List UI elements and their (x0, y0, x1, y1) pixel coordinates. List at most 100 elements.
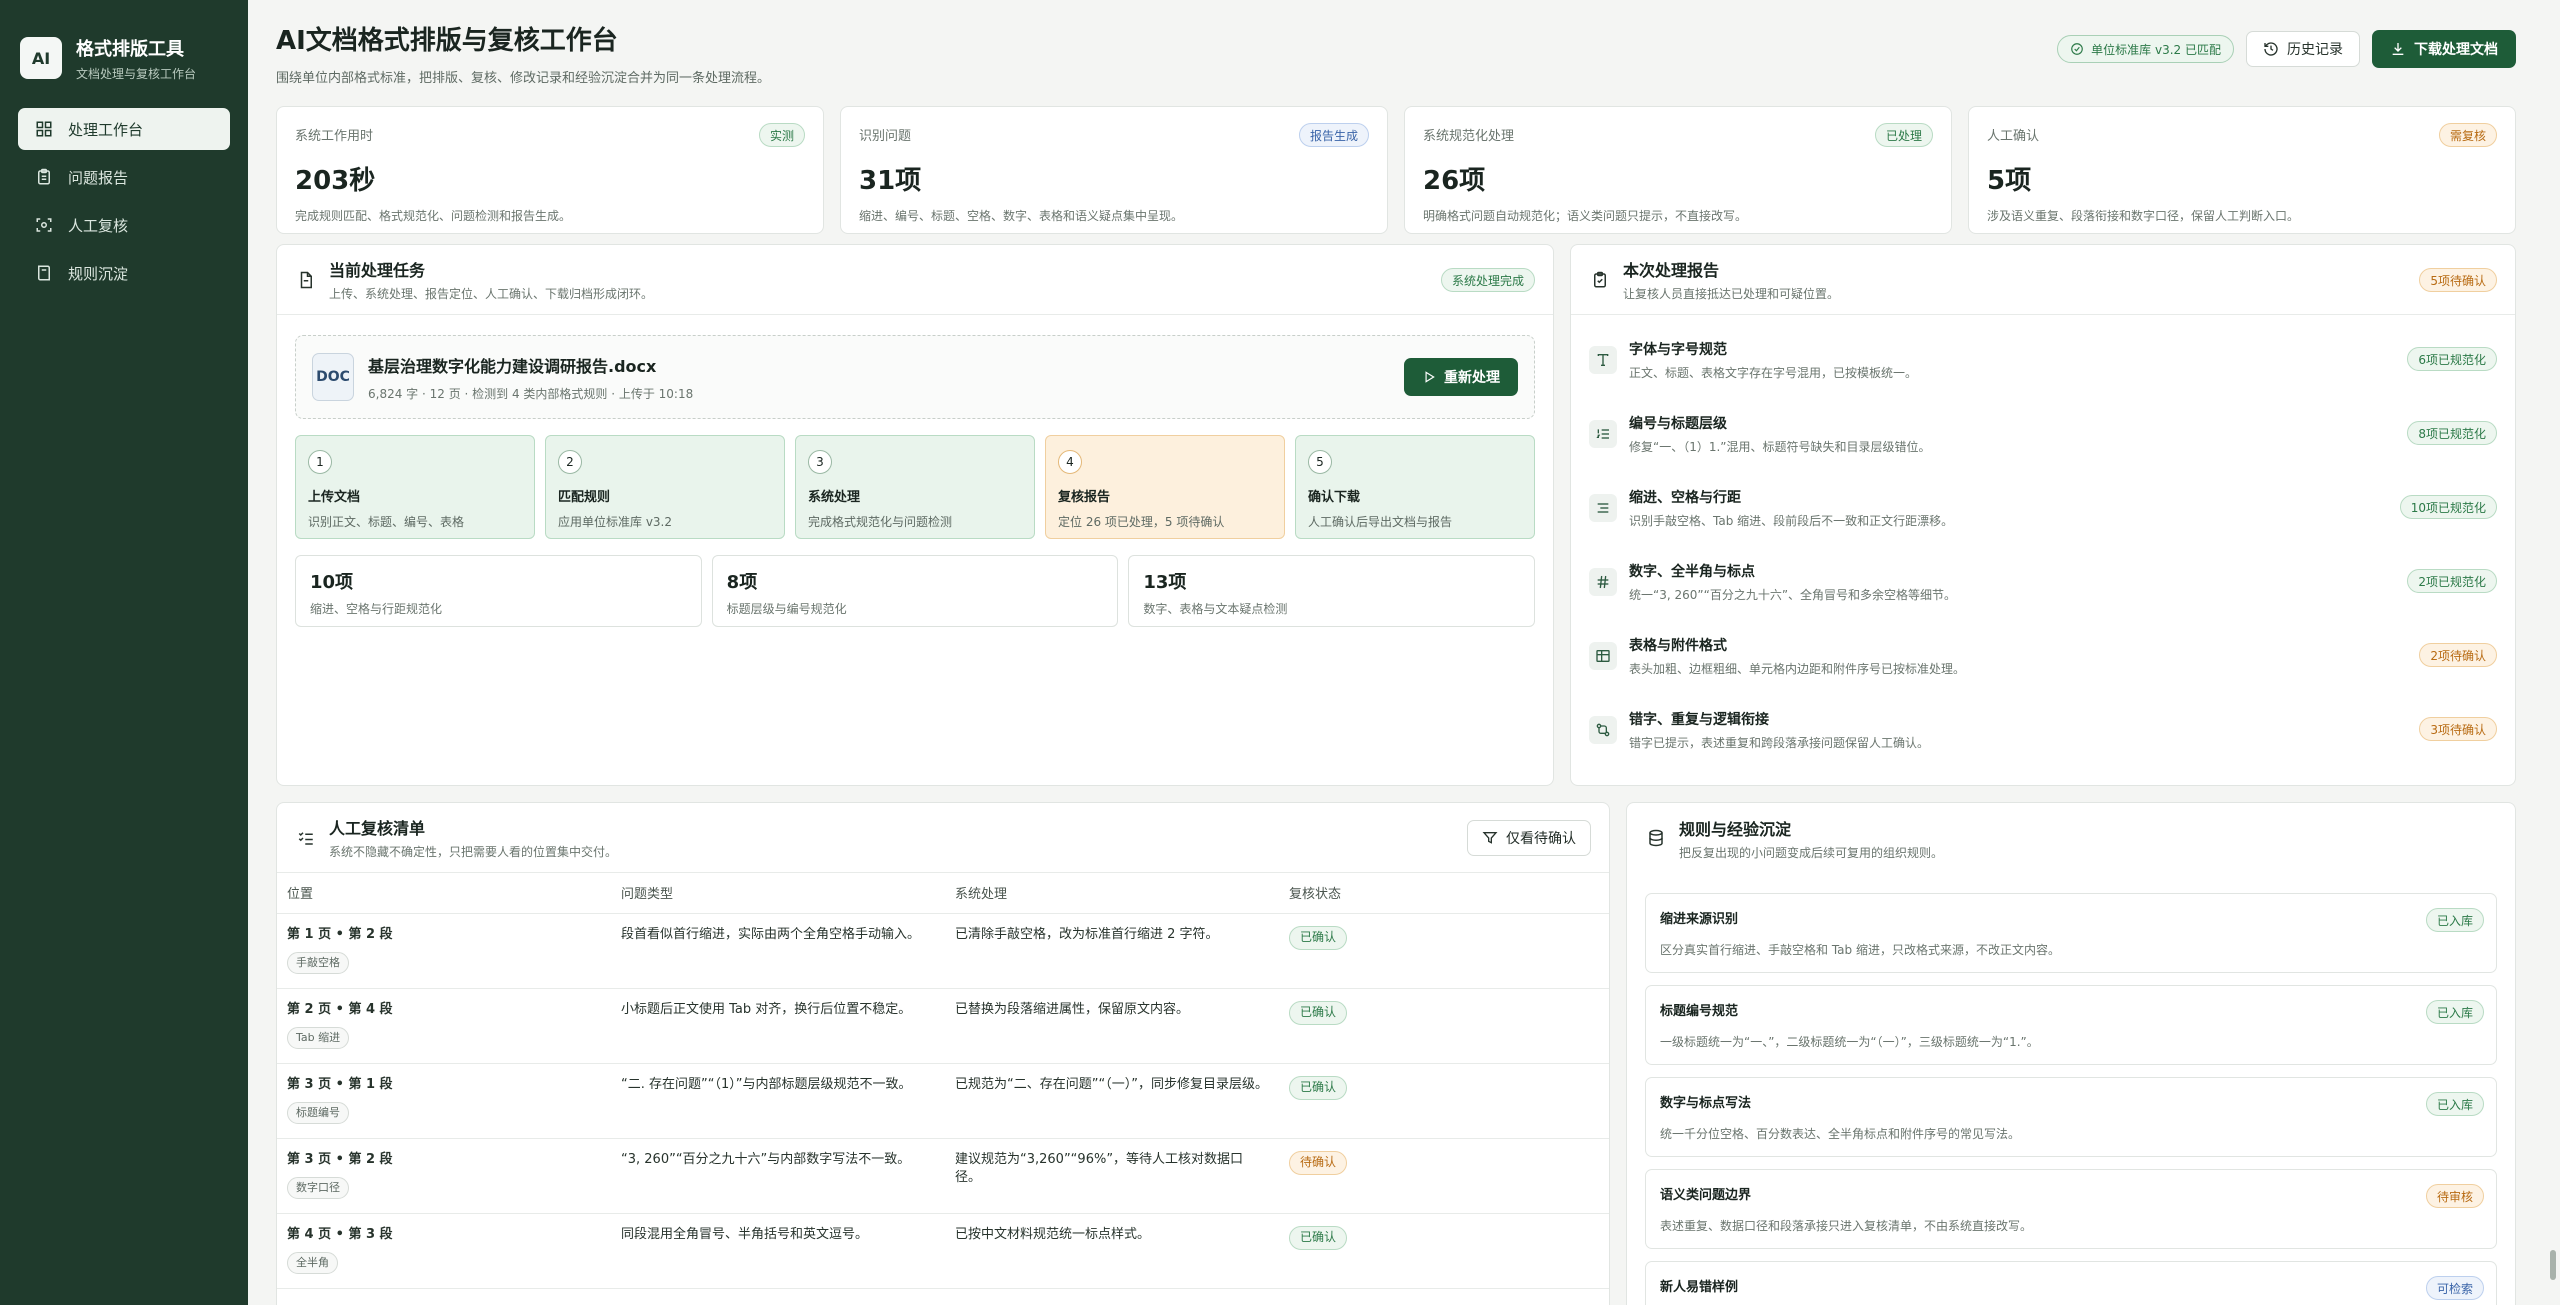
rules-panel: 规则与经验沉淀 把反复出现的小问题变成后续可复用的组织规则。 缩进来源识别 区分… (1626, 802, 2516, 1305)
step-upload: 1 上传文档 识别正文、标题、编号、表格 (295, 435, 535, 539)
step-title: 复核报告 (1058, 490, 1111, 505)
column-header: 系统处理 (945, 873, 1279, 914)
list-numbered-icon (1589, 420, 1617, 448)
step-number: 3 (808, 450, 832, 474)
sidebar-item-workbench[interactable]: 处理工作台 (18, 108, 230, 150)
stat-cards: 系统工作用时 203秒 完成规则匹配、格式规范化、问题检测和报告生成。 实测 识… (276, 106, 2516, 234)
row-location: 第 4 页 • 第 3 段 (287, 1226, 393, 1242)
row-location-tag: 标题编号 (287, 1102, 349, 1125)
sidebar-item-rules[interactable]: 规则沉淀 (18, 252, 230, 294)
stat-card-issues: 识别问题 31项 缩进、编号、标题、空格、数字、表格和语义疑点集中呈现。 报告生… (840, 106, 1388, 234)
rule-title: 数字与标点写法 (1660, 1096, 1752, 1111)
stat-label: 人工确认 (1987, 129, 2040, 144)
table-row[interactable]: 第 3 页 • 第 2 段数字口径 “3, 260”“百分之九十六”与内部数字写… (277, 1138, 1609, 1214)
sidebar-item-review[interactable]: 人工复核 (18, 204, 230, 246)
step-desc: 定位 26 项已处理，5 项待确认 (1058, 515, 1225, 529)
stat-card-normalized: 系统规范化处理 26项 明确格式问题自动规范化；语义类问题只提示，不直接改写。 … (1404, 106, 1952, 234)
history-button[interactable]: 历史记录 (2246, 31, 2360, 67)
sidebar-item-report[interactable]: 问题报告 (18, 156, 230, 198)
table-row[interactable]: 第 2 页 • 第 4 段 Tab 缩进 小标题后正文使用 Tab 对齐，换行后位… (277, 988, 1609, 1064)
stat-value: 31项 (859, 166, 922, 196)
rule-tag: 已入库 (2425, 908, 2484, 932)
reprocess-label: 重新处理 (1444, 370, 1500, 386)
sidebar-item-label: 问题报告 (68, 168, 129, 187)
report-item[interactable]: 字体与字号规范 正文、标题、表格文字存在字号混用，已按模板统一。 6项已规范化 (1589, 323, 2497, 397)
filter-icon (1482, 832, 1498, 844)
sidebar: AI 格式排版工具 文档处理与复核工作台 处理工作台 问题报告 人工复核 规则沉… (0, 0, 248, 1305)
row-location-tag: 数字口径 (287, 1177, 349, 1200)
rule-desc: 一级标题统一为“一、”，二级标题统一为“（一）”，三级标题统一为“1.”。 (1660, 1035, 2039, 1049)
report-item-desc: 统一“3, 260”“百分之九十六”、全角冒号和多余空格等细节。 (1629, 588, 1957, 602)
report-item-tag: 3项待确认 (2419, 717, 2497, 741)
table-row[interactable]: 第 4 页 • 第 3 段全半角 同段混用全角冒号、半角括号和英文逗号。 已按中… (277, 1213, 1609, 1289)
table-icon (1589, 642, 1617, 670)
scrollbar-thumb[interactable] (2550, 1250, 2556, 1280)
step-number: 1 (308, 450, 332, 474)
step-title: 上传文档 (308, 490, 361, 505)
mini-stat-value: 13项 (1143, 572, 1187, 593)
clipboard-icon (34, 167, 54, 187)
step-desc: 识别正文、标题、编号、表格 (308, 515, 465, 529)
report-item[interactable]: 错字、重复与逻辑衔接 错字已提示，表述重复和跨段落承接问题保留人工确认。 3项待确… (1589, 693, 2497, 767)
mini-stat-desc: 标题层级与编号规范化 (726, 602, 847, 616)
stat-card-manual: 人工确认 5项 涉及语义重复、段落衔接和数字口径，保留人工判断入口。 需复核 (1968, 106, 2516, 234)
row-status: 已确认 (1289, 1000, 1348, 1025)
report-item[interactable]: 缩进、空格与行距 识别手敲空格、Tab 缩进、段前段后不一致和正文行距漂移。 10… (1589, 471, 2497, 545)
rule-card[interactable]: 语义类问题边界 表述重复、数据口径和段落承接只进入复核清单，不由系统直接改写。 … (1645, 1169, 2497, 1249)
row-location-tag: 全半角 (287, 1252, 338, 1275)
process-steps: 1 上传文档 识别正文、标题、编号、表格 2 匹配规则 应用单位标准库 v3.2… (295, 435, 1535, 539)
rule-card[interactable]: 缩进来源识别 区分真实首行缩进、手敲空格和 Tab 缩进，只改格式来源，不改正文… (1645, 893, 2497, 973)
report-item[interactable]: 数字、全半角与标点 统一“3, 260”“百分之九十六”、全角冒号和多余空格等细节… (1589, 545, 2497, 619)
report-item-title: 编号与标题层级 (1629, 416, 1727, 432)
page-scrollbar[interactable] (2548, 0, 2558, 1305)
checklist-icon (295, 827, 317, 849)
stat-label: 系统工作用时 (295, 129, 374, 144)
step-desc: 完成格式规范化与问题检测 (808, 515, 953, 529)
rules-panel-header: 规则与经验沉淀 把反复出现的小问题变成后续可复用的组织规则。 (1627, 803, 2515, 873)
report-panel-header: 本次处理报告 让复核人员直接抵达已处理和可疑位置。 5项待确认 (1571, 245, 2515, 315)
sidebar-item-label: 处理工作台 (68, 120, 144, 139)
download-button[interactable]: 下载处理文档 (2372, 30, 2516, 68)
column-header: 位置 (277, 873, 611, 914)
mini-stat: 8项 标题层级与编号规范化 (711, 555, 1119, 627)
report-item-desc: 识别手敲空格、Tab 缩进、段前段后不一致和正文行距漂移。 (1629, 514, 1954, 528)
report-item-desc: 修复“一、（1）1.”混用、标题符号缺失和目录层级错位。 (1629, 440, 1931, 454)
download-label: 下载处理文档 (2414, 42, 2498, 58)
report-item[interactable]: 编号与标题层级修复“一、（1）1.”混用、标题符号缺失和目录层级错位。 8项已规… (1589, 397, 2497, 471)
report-item[interactable]: 表格与附件格式 表头加粗、边框粗细、单元格内边距和附件序号已按标准处理。 2项待确… (1589, 619, 2497, 693)
report-panel: 本次处理报告 让复核人员直接抵达已处理和可疑位置。 5项待确认 字体与字号规范正… (1570, 244, 2516, 786)
row-status: 已确认 (1289, 1225, 1348, 1250)
report-item-tag: 8项已规范化 (2407, 421, 2497, 445)
rule-card[interactable]: 标题编号规范 一级标题统一为“一、”，二级标题统一为“（一）”，三级标题统一为“… (1645, 985, 2497, 1065)
rule-card[interactable]: 新人易错样例 可检索 (1645, 1261, 2497, 1305)
step-title: 确认下载 (1308, 490, 1361, 505)
file-meta: 6,824 字 · 12 页 · 检测到 4 类内部格式规则 · 上传于 10:… (368, 386, 694, 401)
reprocess-button[interactable]: 重新处理 (1404, 358, 1518, 396)
step-number: 2 (558, 450, 582, 474)
pending-filter-button[interactable]: 仅看待确认 (1467, 820, 1591, 856)
standard-match-badge: 单位标准库 v3.2 已匹配 (2057, 35, 2234, 63)
step-number: 4 (1058, 450, 1082, 474)
stat-label: 系统规范化处理 (1423, 129, 1515, 144)
rule-tag: 已入库 (2425, 1092, 2484, 1116)
rule-desc: 区分真实首行缩进、手敲空格和 Tab 缩进，只改格式来源，不改正文内容。 (1660, 943, 2060, 957)
table-row[interactable]: 第 3 页 • 第 1 段标题编号 “二. 存在问题”“（1）”与内部标题层级规… (277, 1063, 1609, 1139)
stat-value: 26项 (1423, 166, 1486, 196)
table-row[interactable]: 第 1 页 • 第 2 段手敲空格 段首看似首行缩进，实际由两个全角空格手动输入… (277, 913, 1609, 989)
rules-panel-subtitle: 把反复出现的小问题变成后续可复用的组织规则。 (1679, 845, 1944, 860)
sidebar-nav: 处理工作台 问题报告 人工复核 规则沉淀 (0, 92, 248, 316)
step-desc: 人工确认后导出文档与报告 (1308, 515, 1453, 529)
row-location: 第 2 页 • 第 4 段 (287, 1001, 393, 1017)
row-status: 已确认 (1289, 925, 1348, 950)
row-status: 已确认 (1289, 1075, 1348, 1100)
history-label: 历史记录 (2287, 42, 2343, 58)
step-title: 匹配规则 (558, 490, 611, 505)
review-panel-header: 人工复核清单 系统不隐藏不确定性，只把需要人看的位置集中交付。 仅看待确认 (277, 803, 1609, 873)
rules-panel-title: 规则与经验沉淀 (1679, 819, 1792, 839)
step-desc: 应用单位标准库 v3.2 (558, 515, 673, 529)
rule-card[interactable]: 数字与标点写法 统一千分位空格、百分数表达、全半角标点和附件序号的常见写法。 已… (1645, 1077, 2497, 1157)
report-item-desc: 正文、标题、表格文字存在字号混用，已按模板统一。 (1629, 366, 1918, 380)
rule-desc: 表述重复、数据口径和段落承接只进入复核清单，不由系统直接改写。 (1660, 1219, 2033, 1233)
step-match: 2 匹配规则 应用单位标准库 v3.2 (545, 435, 785, 539)
mini-stat: 13项 数字、表格与文本疑点检测 (1128, 555, 1536, 627)
